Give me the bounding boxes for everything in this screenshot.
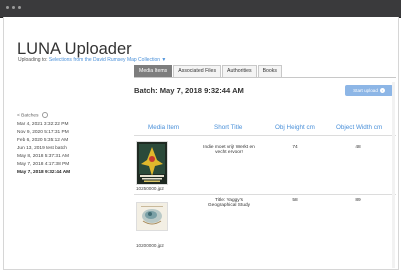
row-filename: 10250000.jp2 [136, 186, 164, 191]
row-short-title: Title: Yaggy's Geographical Study [207, 198, 251, 208]
upload-destination-label: Uploading to: [18, 57, 48, 63]
tab-media-items[interactable]: Media Items [134, 65, 173, 77]
window-minimize-dot[interactable] [12, 6, 15, 9]
batch-sidebar: < Batches Mar 4, 2021 3:32:22 PM Nov 9, … [17, 112, 70, 177]
batch-item[interactable]: Mar 4, 2021 3:32:22 PM [17, 121, 70, 129]
upload-destination: Uploading to: Selections from the David … [18, 57, 166, 63]
arrow-right-icon: › [379, 88, 385, 93]
batch-item[interactable]: May 8, 2018 5:37:31 AM [17, 153, 70, 161]
map-thumbnail[interactable] [136, 202, 168, 231]
tab-books[interactable]: Books [257, 65, 282, 77]
batches-toggle[interactable]: < Batches [17, 112, 70, 118]
tab-bar: Media Items Associated Files Authorities… [134, 65, 282, 77]
batch-heading: Batch: May 7, 2018 9:32:44 AM [134, 86, 244, 95]
map-thumbnail-image [137, 203, 167, 230]
window-controls[interactable] [6, 6, 21, 9]
chevron-icon [41, 112, 48, 118]
window-titlebar [0, 0, 401, 18]
column-header-object-width[interactable]: Object Width cm [336, 124, 382, 131]
tab-authorities[interactable]: Authorities [222, 65, 257, 77]
tab-divider [134, 77, 396, 78]
column-header-obj-height[interactable]: Obj Height cm [275, 124, 315, 131]
start-upload-button[interactable]: Start upload › [345, 85, 393, 96]
window-close-dot[interactable] [6, 6, 9, 9]
row-obj-height: 58 [292, 198, 298, 203]
scrollbar[interactable] [392, 82, 395, 268]
row-filename: 10200000.jp2 [136, 243, 164, 248]
start-upload-label: Start upload [353, 88, 378, 93]
column-header-media-item[interactable]: Media Item [148, 124, 179, 131]
row-object-width: 89 [355, 198, 361, 203]
row-object-width: 48 [355, 145, 361, 150]
batch-item[interactable]: May 7, 2018 4:17:38 PM [17, 161, 70, 169]
row-short-title: Indie moet vrij! Werkt en vecht ervoor! [203, 145, 255, 155]
collection-link[interactable]: Selections from the David Rumsey Map Col… [49, 57, 160, 63]
batch-item-selected[interactable]: May 7, 2018 9:32:44 AM [17, 169, 70, 177]
column-header-short-title[interactable]: Short Title [214, 124, 242, 131]
poster-thumbnail-image [137, 142, 167, 184]
batch-item[interactable]: Jun 13, 2019 test batch [17, 145, 70, 153]
tab-associated-files[interactable]: Associated Files [173, 65, 222, 77]
row-divider [134, 194, 396, 195]
batch-item[interactable]: Nov 9, 2020 5:17:31 PM [17, 129, 70, 137]
row-obj-height: 74 [292, 145, 298, 150]
poster-thumbnail[interactable] [136, 141, 168, 185]
batch-item[interactable]: Feb 6, 2020 5:35:12 AM [17, 137, 70, 145]
window-zoom-dot[interactable] [18, 6, 21, 9]
app-title: LUNA Uploader [17, 40, 132, 58]
header-divider [134, 135, 396, 136]
chevron-down-icon[interactable]: ▼ [161, 57, 166, 63]
batches-toggle-label: < Batches [17, 113, 39, 119]
